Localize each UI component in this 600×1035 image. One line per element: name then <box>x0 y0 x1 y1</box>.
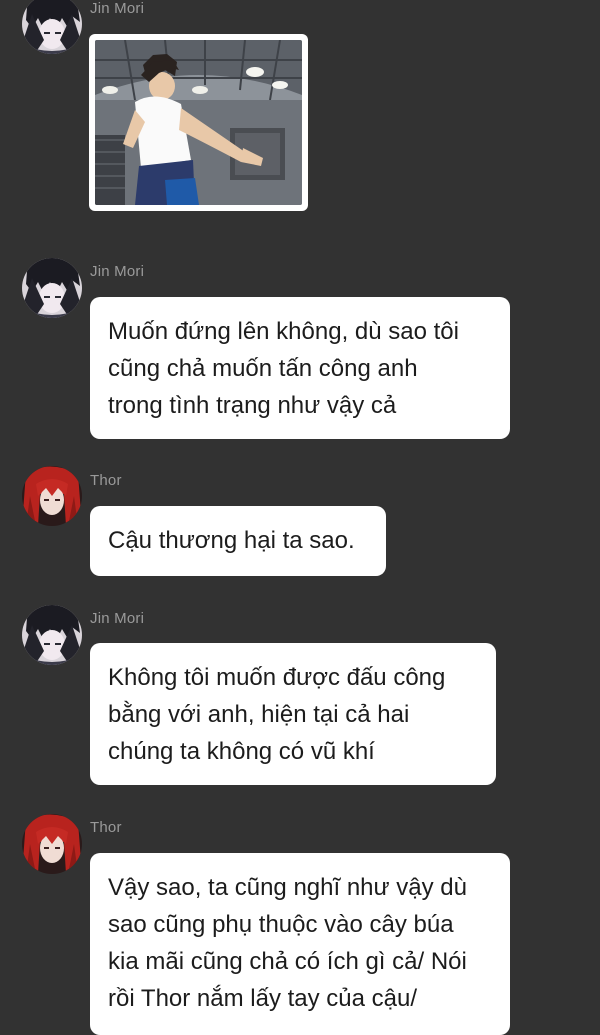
anime-gym-scene-image <box>95 40 302 205</box>
message-bubble[interactable]: Muốn đứng lên không, dù sao tôi cũng chả… <box>90 297 510 439</box>
author-name: Jin Mori <box>90 0 145 17</box>
avatar-thor[interactable] <box>22 814 82 874</box>
message-text: Muốn đứng lên không, dù sao tôi cũng chả… <box>108 318 459 419</box>
message-item: Thor Cậu thương hại ta sao. <box>0 462 600 582</box>
message-text: Cậu thương hại ta sao. <box>108 527 355 554</box>
avatar-thor[interactable] <box>22 466 82 526</box>
author-name: Thor <box>90 472 122 489</box>
avatar-jin-mori[interactable] <box>22 605 82 665</box>
message-item: Jin Mori Không tôi muốn được đấu công bằ… <box>0 600 600 790</box>
jin-mori-avatar-icon <box>22 0 82 54</box>
message-text: Vậy sao, ta cũng nghĩ như vậy dù sao cũn… <box>108 874 467 1012</box>
message-item: Jin Mori Muốn đứng lên không, dù sao tôi… <box>0 253 600 443</box>
author-name: Thor <box>90 819 122 836</box>
author-name: Jin Mori <box>90 263 145 280</box>
message-bubble[interactable]: Không tôi muốn được đấu công bằng với an… <box>90 643 496 785</box>
avatar-jin-mori[interactable] <box>22 258 82 318</box>
message-bubble[interactable]: Vậy sao, ta cũng nghĩ như vậy dù sao cũn… <box>90 853 510 1035</box>
message-item: Jin Mori <box>0 0 600 222</box>
avatar-jin-mori[interactable] <box>22 0 82 54</box>
chat-thread: Jin Mori Jin Mori Muốn đứng lên không, d… <box>0 0 600 1035</box>
message-image[interactable] <box>89 34 308 211</box>
jin-mori-avatar-icon <box>22 258 82 318</box>
author-name: Jin Mori <box>90 610 145 627</box>
thor-avatar-icon <box>22 466 82 526</box>
thor-avatar-icon <box>22 814 82 874</box>
jin-mori-avatar-icon <box>22 605 82 665</box>
message-bubble[interactable]: Cậu thương hại ta sao. <box>90 506 386 576</box>
message-text: Không tôi muốn được đấu công bằng với an… <box>108 664 446 765</box>
message-item: Thor Vậy sao, ta cũng nghĩ như vậy dù sa… <box>0 810 600 1035</box>
